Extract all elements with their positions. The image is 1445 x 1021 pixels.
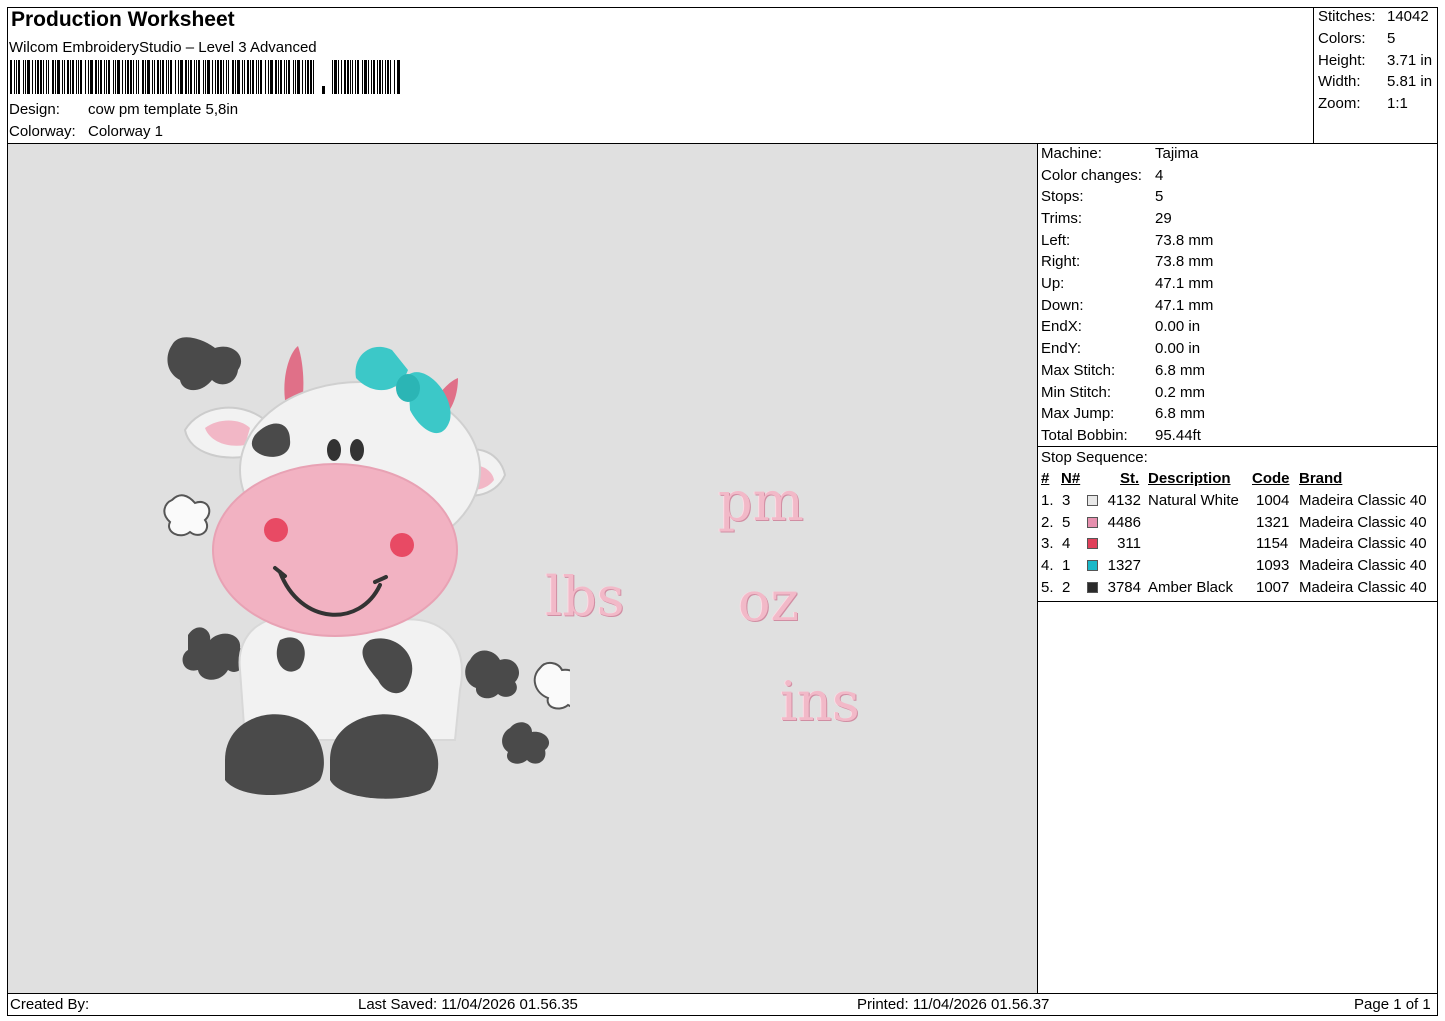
- info-value-endx: 0.00 in: [1155, 318, 1201, 335]
- stat-value-colors: 5: [1387, 30, 1396, 47]
- stitch-count: 4486: [1107, 513, 1141, 531]
- info-label-trims: Trims:: [1041, 210, 1083, 227]
- info-value-max-jump: 6.8 mm: [1155, 405, 1206, 422]
- row-number: 2.: [1041, 513, 1054, 531]
- thread-code: 1321: [1256, 513, 1290, 531]
- created-by-label: Created By:: [10, 996, 90, 1013]
- column-header-number: #: [1041, 470, 1050, 487]
- colorway-label: Colorway:: [9, 123, 76, 140]
- thread-brand: Madeira Classic 40: [1299, 578, 1427, 596]
- stat-label-height: Height:: [1318, 52, 1366, 69]
- info-value-left: 73.8 mm: [1155, 232, 1214, 249]
- colorway-value: Colorway 1: [88, 123, 164, 140]
- info-label-stops: Stops:: [1041, 188, 1084, 205]
- info-label-down: Down:: [1041, 297, 1084, 314]
- info-label-up: Up:: [1041, 275, 1065, 292]
- design-text-oz: oz: [738, 570, 799, 633]
- info-value-down: 47.1 mm: [1155, 297, 1214, 314]
- thread-description: Amber Black: [1148, 578, 1234, 596]
- color-swatch: [1087, 516, 1098, 528]
- color-swatch: [1087, 495, 1098, 506]
- needle-number: 3: [1062, 492, 1071, 509]
- page-number: Page 1 of 1: [1354, 996, 1431, 1013]
- info-label-max-jump: Max Jump:: [1041, 405, 1115, 422]
- thread-code: 1093: [1256, 557, 1290, 575]
- stat-value-height: 3.71 in: [1387, 52, 1433, 69]
- column-header-stitches: St.: [1120, 470, 1140, 487]
- info-value-up: 47.1 mm: [1155, 275, 1214, 292]
- thread-code: 1007: [1256, 578, 1290, 596]
- column-header-brand: Brand: [1299, 470, 1343, 487]
- footer-bar: [7, 993, 1438, 1016]
- stitch-count: 311: [1117, 535, 1141, 553]
- thread-code: 1154: [1256, 535, 1289, 553]
- page-title: Production Worksheet: [11, 8, 235, 31]
- needle-number: 2: [1062, 578, 1071, 596]
- software-name: Wilcom EmbroideryStudio – Level 3 Advanc…: [9, 39, 317, 56]
- row-number: 5.: [1041, 578, 1054, 596]
- color-swatch: [1087, 538, 1098, 550]
- column-header-description: Description: [1148, 470, 1231, 487]
- info-value-trims: 29: [1155, 210, 1172, 227]
- info-value-total-bobbin: 95.44ft: [1155, 427, 1201, 444]
- thread-brand: Madeira Classic 40: [1299, 557, 1427, 575]
- info-label-max-stitch: Max Stitch:: [1041, 362, 1116, 379]
- barcode-icon: [10, 60, 400, 94]
- stat-label-width: Width:: [1318, 73, 1361, 90]
- stitch-count: 1327: [1107, 557, 1141, 575]
- info-value-endy: 0.00 in: [1155, 340, 1201, 357]
- printed-text: Printed: 11/04/2026 01.56.37: [857, 996, 1050, 1013]
- needle-number: 1: [1062, 557, 1071, 575]
- color-swatch: [1087, 581, 1098, 593]
- last-saved-text: Last Saved: 11/04/2026 01.56.35: [358, 996, 578, 1013]
- info-label-min-stitch: Min Stitch:: [1041, 384, 1112, 401]
- stat-label-stitches: Stitches:: [1318, 8, 1376, 25]
- info-value-color-changes: 4: [1155, 167, 1164, 184]
- design-label: Design:: [9, 101, 60, 118]
- info-value-right: 73.8 mm: [1155, 253, 1214, 270]
- stitch-count: 4132: [1107, 492, 1141, 509]
- stat-value-stitches: 14042: [1387, 8, 1429, 25]
- info-label-right: Right:: [1041, 253, 1081, 270]
- needle-number: 4: [1062, 535, 1071, 553]
- needle-number: 5: [1062, 513, 1071, 531]
- design-text-lbs: lbs: [545, 565, 625, 628]
- section-divider: [1037, 601, 1438, 602]
- row-number: 1.: [1041, 492, 1054, 509]
- column-header-needle: N#: [1061, 470, 1081, 487]
- info-label-left: Left:: [1041, 232, 1071, 249]
- thread-brand: Madeira Classic 40: [1299, 513, 1427, 531]
- info-label-total-bobbin: Total Bobbin:: [1041, 427, 1128, 444]
- info-value-stops: 5: [1155, 188, 1164, 205]
- cow-embroidery-image: [163, 337, 570, 799]
- stat-value-zoom: 1:1: [1387, 95, 1408, 112]
- info-value-min-stitch: 0.2 mm: [1155, 384, 1206, 401]
- stat-label-colors: Colors:: [1318, 30, 1366, 47]
- stitch-count: 3784: [1107, 578, 1141, 596]
- stat-label-zoom: Zoom:: [1318, 95, 1361, 112]
- design-value: cow pm template 5,8in: [88, 101, 239, 118]
- thread-brand: Madeira Classic 40: [1299, 535, 1427, 553]
- info-label-endy: EndY:: [1041, 340, 1082, 357]
- info-label-machine: Machine:: [1041, 145, 1102, 162]
- row-number: 4.: [1041, 557, 1054, 575]
- info-label-color-changes: Color changes:: [1041, 167, 1142, 184]
- info-value-machine: Tajima: [1155, 145, 1199, 162]
- section-divider: [1037, 446, 1438, 447]
- stat-value-width: 5.81 in: [1387, 73, 1433, 90]
- row-number: 3.: [1041, 535, 1054, 553]
- thread-brand: Madeira Classic 40: [1299, 492, 1427, 509]
- info-value-max-stitch: 6.8 mm: [1155, 362, 1206, 379]
- design-text-ins: ins: [780, 670, 860, 733]
- color-swatch: [1087, 560, 1098, 572]
- stop-sequence-title: Stop Sequence:: [1041, 449, 1148, 466]
- column-header-code: Code: [1252, 470, 1290, 487]
- thread-description: Natural White: [1148, 492, 1239, 509]
- design-text-pm: pm: [718, 470, 804, 533]
- info-label-endx: EndX:: [1041, 318, 1082, 335]
- thread-code: 1004: [1256, 492, 1290, 509]
